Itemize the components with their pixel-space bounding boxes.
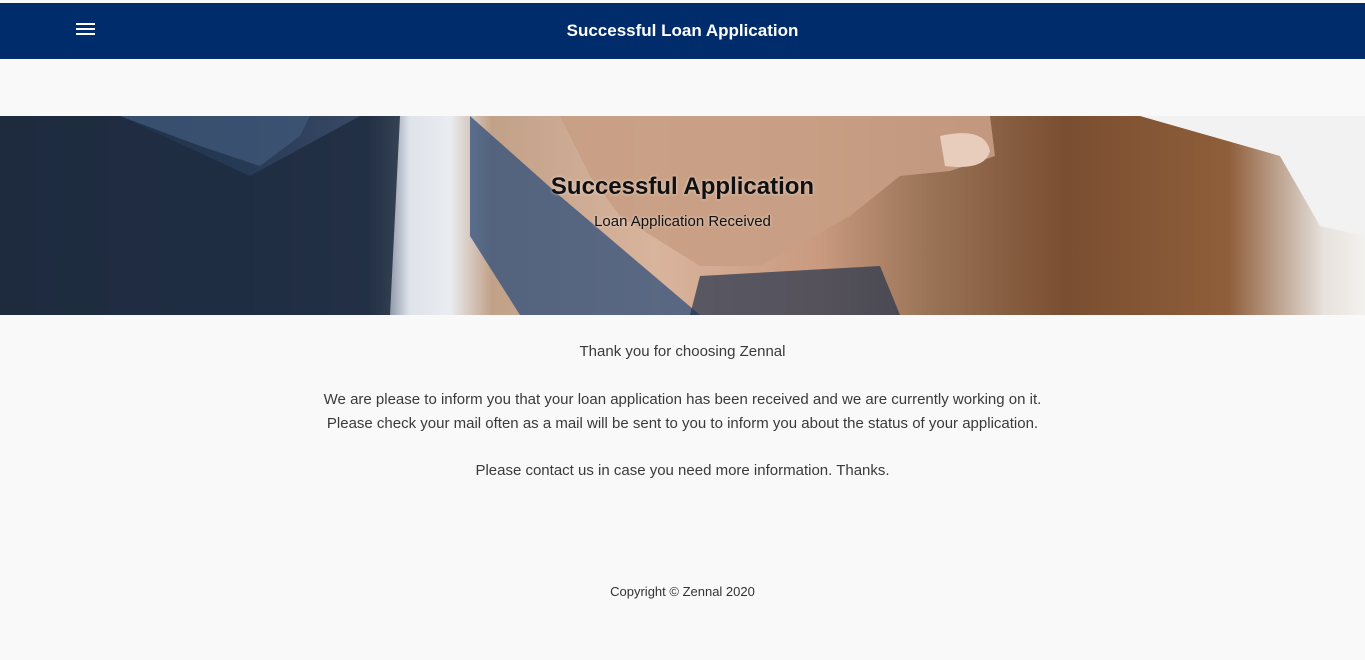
info-text-line-1: We are please to inform you that your lo…: [323, 391, 1042, 408]
page-title: Successful Loan Application: [566, 21, 799, 40]
footer-copyright: Copyright © Zennal 2020: [610, 584, 755, 599]
hero-title: Successful Application: [550, 173, 815, 200]
hero-subtitle: Loan Application Received: [594, 213, 771, 230]
thanks-text: Thank you for choosing Zennal: [579, 343, 786, 360]
hero-banner: Successful Application Loan Application …: [0, 116, 1365, 315]
info-text-line-2: Please check your mail often as a mail w…: [326, 415, 1039, 432]
contact-text: Please contact us in case you need more …: [475, 462, 890, 479]
top-app-bar: Successful Loan Application: [0, 3, 1365, 59]
